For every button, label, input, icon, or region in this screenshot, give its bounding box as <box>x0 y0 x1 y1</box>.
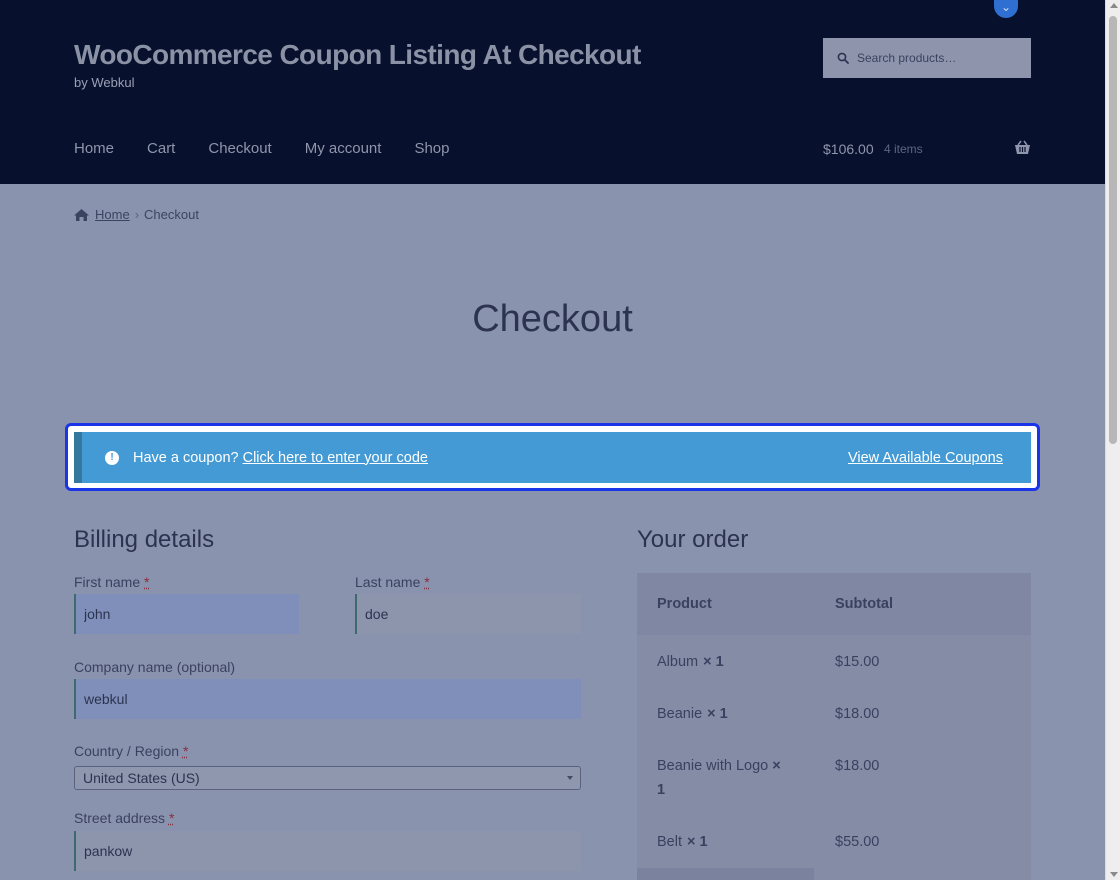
country-selected-value: United States (US) <box>83 770 200 786</box>
last-name-label-text: Last name <box>355 574 421 590</box>
search-icon <box>837 52 849 64</box>
order-item-price: $15.00 <box>835 654 880 670</box>
breadcrumb: Home › Checkout <box>74 207 199 222</box>
required-mark: * <box>182 743 189 759</box>
billing-heading: Billing details <box>74 526 215 553</box>
enter-coupon-link[interactable]: Click here to enter your code <box>243 450 428 466</box>
item-qty: × 1 <box>687 834 708 850</box>
nav-shop[interactable]: Shop <box>414 140 449 157</box>
required-mark: * <box>424 574 430 590</box>
country-label: Country / Region * <box>74 743 188 759</box>
order-item-price: $18.00 <box>835 706 880 722</box>
street-label-text: Street address <box>74 810 166 826</box>
cart-item-count[interactable]: 4 items <box>884 142 923 156</box>
company-label: Company name (optional) <box>74 659 236 675</box>
checkout-page: ⌄ WooCommerce Coupon Listing At Checkout… <box>0 0 1105 880</box>
first-name-label: First name * <box>74 574 149 590</box>
order-item-price: $55.00 <box>835 834 880 850</box>
order-item-price: $18.00 <box>835 758 880 774</box>
nav-my-account[interactable]: My account <box>305 140 382 157</box>
chevron-down-icon[interactable]: ⌄ <box>994 0 1018 18</box>
info-icon: ! <box>105 450 119 465</box>
site-header: ⌄ WooCommerce Coupon Listing At Checkout… <box>0 0 1105 184</box>
first-name-label-text: First name <box>74 574 141 590</box>
home-icon <box>74 208 89 221</box>
last-name-label: Last name * <box>355 574 430 590</box>
order-item-name: Beanie with Logo × 1 <box>657 754 787 802</box>
required-mark: * <box>144 574 150 590</box>
scroll-up-arrow-icon[interactable] <box>1110 3 1118 8</box>
country-select[interactable]: United States (US) <box>74 766 581 790</box>
nav-checkout[interactable]: Checkout <box>208 140 271 157</box>
required-mark: * <box>168 810 175 826</box>
item-name: Beanie with Logo <box>657 758 769 774</box>
product-search <box>823 38 1031 78</box>
order-item-name: Belt × 1 <box>657 830 797 854</box>
company-field[interactable] <box>74 679 581 719</box>
basket-icon[interactable] <box>1014 140 1031 155</box>
scroll-thumb[interactable] <box>1109 16 1117 444</box>
street-label: Street address * <box>74 810 174 826</box>
nav-cart[interactable]: Cart <box>147 140 175 157</box>
scroll-down-arrow-icon[interactable] <box>1110 872 1118 877</box>
breadcrumb-current: Checkout <box>144 207 199 222</box>
item-name: Album <box>657 654 699 670</box>
breadcrumb-separator: › <box>134 207 140 222</box>
coupon-prompt: Have a coupon? <box>133 449 239 466</box>
nav-home[interactable]: Home <box>74 140 114 157</box>
view-available-coupons-link[interactable]: View Available Coupons <box>848 450 1003 466</box>
col-product: Product <box>657 596 712 612</box>
col-subtotal: Subtotal <box>835 596 893 612</box>
order-table-footer <box>637 868 814 880</box>
page-title: Checkout <box>472 298 633 340</box>
search-input[interactable] <box>857 51 1027 65</box>
last-name-field[interactable] <box>355 594 581 634</box>
item-name: Beanie <box>657 706 703 722</box>
coupon-notice: ! Have a coupon? Click here to enter you… <box>74 432 1031 483</box>
page-scrollbar[interactable] <box>1105 0 1120 880</box>
item-name: Belt <box>657 834 682 850</box>
order-item-name: Beanie × 1 <box>657 702 797 726</box>
cart-total[interactable]: $106.00 <box>823 141 874 157</box>
site-tagline: by Webkul <box>74 75 135 90</box>
street-address-field[interactable] <box>74 831 581 871</box>
item-qty: × 1 <box>707 706 728 722</box>
site-title[interactable]: WooCommerce Coupon Listing At Checkout <box>74 39 641 71</box>
order-heading: Your order <box>637 526 749 553</box>
breadcrumb-home-link[interactable]: Home <box>95 207 130 222</box>
country-label-text: Country / Region <box>74 743 180 759</box>
item-qty: × 1 <box>703 654 724 670</box>
dropdown-arrow-icon <box>567 776 573 780</box>
first-name-field[interactable] <box>74 594 299 634</box>
primary-nav: Home Cart Checkout My account Shop <box>74 140 482 157</box>
order-item-name: Album × 1 <box>657 650 797 674</box>
